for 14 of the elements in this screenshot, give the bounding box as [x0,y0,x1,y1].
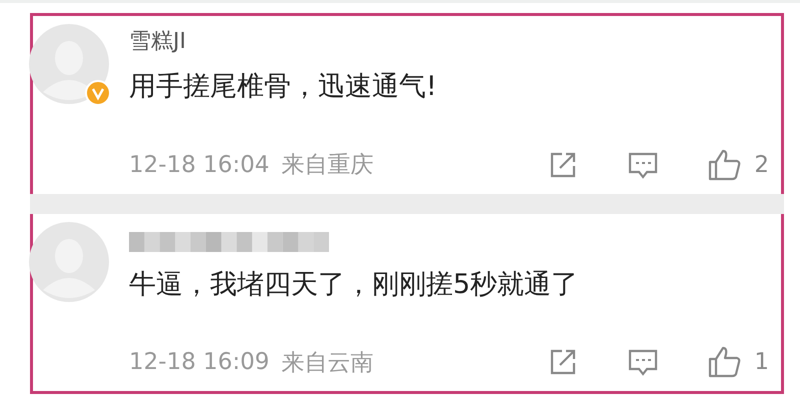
comment-location: 来自云南 [281,348,374,378]
comment-time: 12-18 16:04 [129,152,270,178]
comment-time: 12-18 16:09 [129,349,270,375]
avatar[interactable] [29,222,109,302]
comment-icon[interactable] [628,347,658,377]
like-button[interactable]: 2 [708,148,769,182]
comment-text: 用手搓尾椎骨，迅速通气! [129,70,438,104]
comment-text: 牛逼，我堵四天了，刚刚搓5秒就通了 [129,268,580,302]
like-button[interactable]: 1 [708,345,769,379]
thumbs-up-icon [708,345,742,379]
thumbs-up-icon [708,148,742,182]
comment-location: 来自重庆 [281,151,374,180]
username[interactable]: 雪糕JI [129,26,769,56]
avatar[interactable] [29,24,109,104]
